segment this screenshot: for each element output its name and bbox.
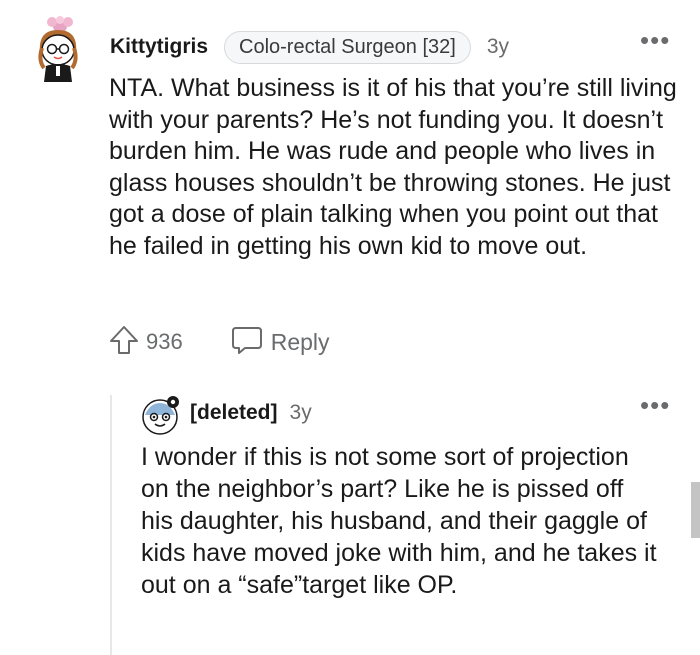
upvote-button[interactable]: 936: [108, 324, 183, 361]
comment-age[interactable]: 3y: [487, 35, 509, 59]
comment-thread: Kittytigris Colo-rectal Surgeon [32] 3y …: [0, 0, 700, 655]
comment-username[interactable]: Kittytigris: [110, 35, 208, 59]
user-flair: Colo-rectal Surgeon [32]: [224, 30, 471, 64]
thread-line[interactable]: [110, 395, 112, 655]
user-avatar[interactable]: [30, 12, 86, 82]
speech-bubble-icon: [231, 325, 263, 360]
reply-label: Reply: [270, 328, 330, 355]
comment-actions: 936 Reply: [108, 322, 330, 362]
more-options-icon[interactable]: •••: [640, 27, 670, 53]
reply-avatar[interactable]: [140, 395, 182, 435]
reply-button[interactable]: Reply: [231, 325, 330, 360]
reply-body: I wonder if this is not some sort of pro…: [141, 443, 657, 599]
reply-header: [deleted] 3y: [190, 396, 312, 430]
more-options-icon[interactable]: •••: [640, 392, 670, 418]
comment-body: NTA. What business is it of his that you…: [109, 74, 677, 260]
scrollbar-thumb[interactable]: [691, 482, 700, 538]
reply-age[interactable]: 3y: [290, 401, 312, 425]
reply-username[interactable]: [deleted]: [190, 401, 278, 425]
comment-header: Kittytigris Colo-rectal Surgeon [32] 3y: [110, 30, 509, 64]
vote-count: 936: [146, 329, 183, 354]
upvote-icon[interactable]: [108, 324, 140, 361]
